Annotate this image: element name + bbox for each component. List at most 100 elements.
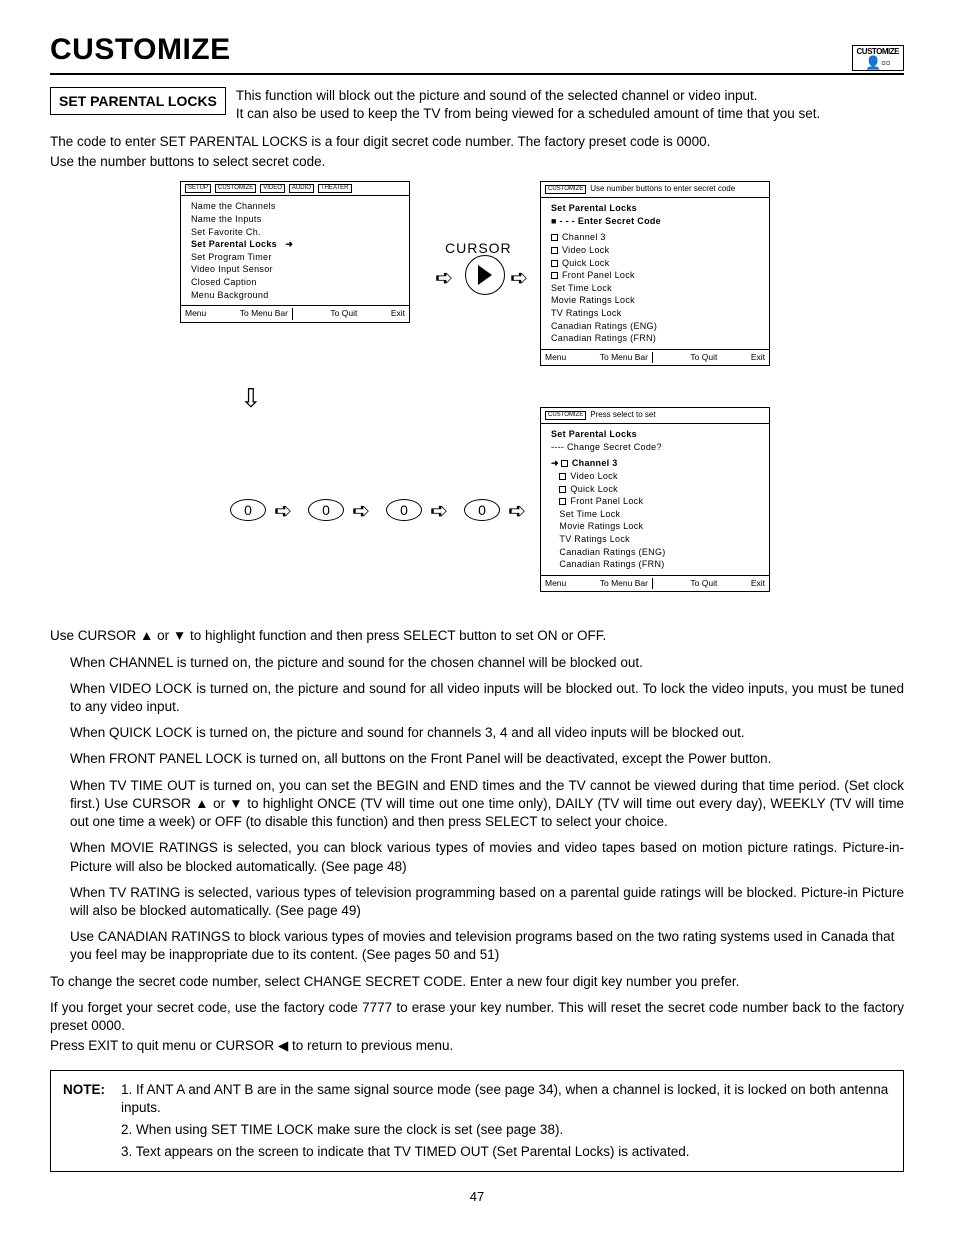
- foot-quit: To Quit: [686, 578, 717, 589]
- foot-quit: To Quit: [326, 308, 357, 319]
- page-number: 47: [50, 1188, 904, 1206]
- lock-item: Movie Ratings Lock: [551, 294, 763, 307]
- foot-menu: Menu: [545, 578, 566, 589]
- diagram-zone: SETUP CUSTOMIZE VIDEO AUDIO THEATER Name…: [50, 181, 904, 611]
- menu-item-selected: Set Parental Locks ➜: [191, 238, 403, 251]
- lock-item: Set Time Lock: [551, 508, 763, 521]
- foot-menu: Menu: [185, 308, 206, 319]
- lock-item: Set Time Lock: [551, 282, 763, 295]
- foot-bar: To Menu Bar: [600, 578, 653, 589]
- tab-audio: AUDIO: [289, 184, 314, 193]
- lock-item: Quick Lock: [551, 483, 763, 496]
- code-note-1: The code to enter SET PARENTAL LOCKS is …: [50, 133, 904, 151]
- menu-item: Set Favorite Ch.: [191, 226, 403, 239]
- digit-button-3[interactable]: 0: [386, 499, 422, 521]
- screen3-content: Set Parental Locks ---- Change Secret Co…: [541, 424, 769, 575]
- digit-button-2[interactable]: 0: [308, 499, 344, 521]
- screen-enter-code: CUSTOMIZE Use number buttons to enter se…: [540, 181, 770, 366]
- page-title: CUSTOMIZE: [50, 30, 231, 71]
- menu-item: Name the Inputs: [191, 213, 403, 226]
- screen-press-select: CUSTOMIZE Press select to set Set Parent…: [540, 407, 770, 592]
- lock-item: Front Panel Lock: [551, 269, 763, 282]
- instr-front-panel: When FRONT PANEL LOCK is turned on, all …: [70, 750, 904, 768]
- screen1-content: Name the Channels Name the Inputs Set Fa…: [181, 196, 409, 305]
- instr-canadian: Use CANADIAN RATINGS to block various ty…: [70, 928, 904, 964]
- arrow-right-icon: ➪: [435, 263, 453, 293]
- section-box-title: SET PARENTAL LOCKS: [50, 87, 226, 116]
- lock-item: Video Lock: [551, 244, 763, 257]
- intro-row: SET PARENTAL LOCKS This function will bl…: [50, 87, 904, 123]
- tab-video: VIDEO: [260, 184, 285, 193]
- screen2-title: Set Parental Locks: [551, 202, 763, 215]
- lock-item-selected: ➜Channel 3: [551, 457, 763, 470]
- code-note-2: Use the number buttons to select secret …: [50, 153, 904, 171]
- lock-item: Movie Ratings Lock: [551, 520, 763, 533]
- menu-item: Video Input Sensor: [191, 263, 403, 276]
- screen1-topbar: SETUP CUSTOMIZE VIDEO AUDIO THEATER: [181, 182, 409, 196]
- screen3-prompt: Press select to set: [590, 410, 655, 421]
- lock-item: Canadian Ratings (ENG): [551, 546, 763, 559]
- menu-item: Closed Caption: [191, 276, 403, 289]
- instr-movie-ratings: When MOVIE RATINGS is selected, you can …: [70, 839, 904, 875]
- foot-exit: Exit: [391, 308, 405, 319]
- instr-video-lock: When VIDEO LOCK is turned on, the pictur…: [70, 680, 904, 716]
- instr-channel: When CHANNEL is turned on, the picture a…: [70, 654, 904, 672]
- screen3-topbar: CUSTOMIZE Press select to set: [541, 408, 769, 424]
- note-label: NOTE:: [63, 1081, 105, 1162]
- customize-corner-icon: CUSTOMIZE 👤▫▫: [852, 45, 904, 71]
- intro-text: This function will block out the picture…: [236, 87, 820, 123]
- instr-exit: Press EXIT to quit menu or CURSOR ◀ to r…: [50, 1037, 904, 1055]
- tab-theater: THEATER: [318, 184, 352, 193]
- screen-customize-menu: SETUP CUSTOMIZE VIDEO AUDIO THEATER Name…: [180, 181, 410, 322]
- screen2-prompt: Use number buttons to enter secret code: [590, 184, 735, 195]
- screen3-change-code: ---- Change Secret Code?: [551, 441, 763, 454]
- person-tv-icon: 👤▫▫: [857, 56, 899, 69]
- instr-tv-rating: When TV RATING is selected, various type…: [70, 884, 904, 920]
- menu-item: Menu Background: [191, 289, 403, 302]
- note-item-2: 2. When using SET TIME LOCK make sure th…: [121, 1121, 891, 1139]
- note-item-1: 1. If ANT A and ANT B are in the same si…: [121, 1081, 891, 1117]
- tab-customize-mini: CUSTOMIZE: [545, 411, 586, 420]
- instr-cursor: Use CURSOR ▲ or ▼ to highlight function …: [50, 627, 904, 645]
- screen2-enter-code: ■ - - - Enter Secret Code: [551, 215, 763, 228]
- screen3-footer: Menu To Menu Bar To Quit Exit: [541, 575, 769, 591]
- play-triangle-icon: [478, 265, 492, 285]
- lock-item: Canadian Ratings (ENG): [551, 320, 763, 333]
- tab-customize: CUSTOMIZE: [215, 184, 256, 193]
- instr-forget: If you forget your secret code, use the …: [50, 999, 904, 1035]
- instr-quick-lock: When QUICK LOCK is turned on, the pictur…: [70, 724, 904, 742]
- foot-menu: Menu: [545, 352, 566, 363]
- screen2-topbar: CUSTOMIZE Use number buttons to enter se…: [541, 182, 769, 198]
- page-header: CUSTOMIZE CUSTOMIZE 👤▫▫: [50, 30, 904, 75]
- lock-item: Video Lock: [551, 470, 763, 483]
- foot-bar: To Menu Bar: [600, 352, 653, 363]
- digit-button-1[interactable]: 0: [230, 499, 266, 521]
- instr-change-code: To change the secret code number, select…: [50, 973, 904, 991]
- screen3-title: Set Parental Locks: [551, 428, 763, 441]
- intro-line-2: It can also be used to keep the TV from …: [236, 105, 820, 123]
- tab-customize-mini: CUSTOMIZE: [545, 185, 586, 194]
- menu-item: Set Program Timer: [191, 251, 403, 264]
- foot-exit: Exit: [751, 578, 765, 589]
- screen1-footer: Menu To Menu Bar To Quit Exit: [181, 305, 409, 321]
- foot-quit: To Quit: [686, 352, 717, 363]
- arrow-down-icon: ⇩: [240, 381, 262, 416]
- lock-item: Quick Lock: [551, 257, 763, 270]
- instr-tv-time-out: When TV TIME OUT is turned on, you can s…: [70, 777, 904, 832]
- lock-item: TV Ratings Lock: [551, 533, 763, 546]
- note-item-3: 3. Text appears on the screen to indicat…: [121, 1143, 891, 1161]
- screen2-content: Set Parental Locks ■ - - - Enter Secret …: [541, 198, 769, 349]
- cursor-right-button[interactable]: [465, 255, 505, 295]
- arrow-right-icon: ➪: [508, 496, 526, 526]
- intro-line-1: This function will block out the picture…: [236, 87, 820, 105]
- lock-item: Channel 3: [551, 231, 763, 244]
- menu-item: Name the Channels: [191, 200, 403, 213]
- lock-item: Canadian Ratings (FRN): [551, 558, 763, 571]
- note-box: NOTE: 1. If ANT A and ANT B are in the s…: [50, 1070, 904, 1173]
- note-items: 1. If ANT A and ANT B are in the same si…: [121, 1081, 891, 1162]
- foot-bar: To Menu Bar: [240, 308, 293, 319]
- digit-button-4[interactable]: 0: [464, 499, 500, 521]
- arrow-right-icon: ➪: [510, 263, 528, 293]
- arrow-right-icon: ➪: [430, 496, 448, 526]
- lock-item: Front Panel Lock: [551, 495, 763, 508]
